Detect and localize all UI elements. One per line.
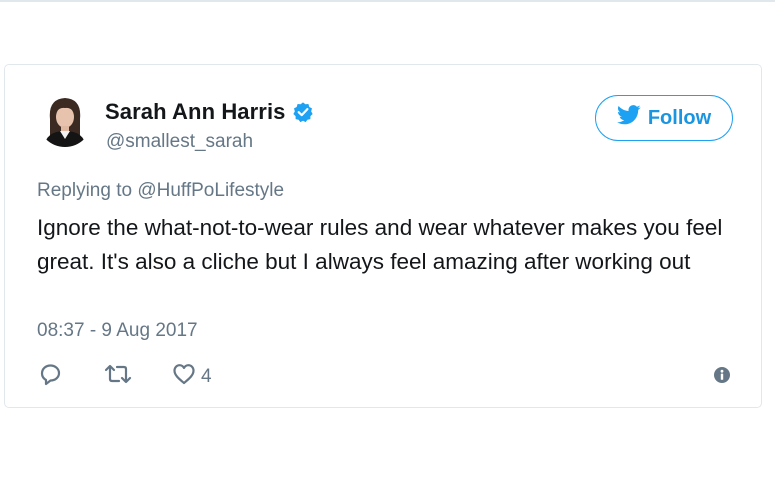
retweet-button[interactable] xyxy=(103,361,133,392)
like-count: 4 xyxy=(201,365,212,387)
replying-to-link[interactable]: @HuffPoLifestyle xyxy=(137,180,284,201)
tweet-timestamp[interactable]: 08:37 - 9 Aug 2017 xyxy=(37,320,198,342)
avatar[interactable] xyxy=(38,93,92,147)
retweet-icon xyxy=(103,361,133,392)
like-button[interactable]: 4 xyxy=(171,361,212,392)
replying-prefix: Replying to xyxy=(37,180,133,201)
top-divider xyxy=(0,0,775,2)
replying-to: Replying to @HuffPoLifestyle xyxy=(37,180,284,202)
heart-icon xyxy=(171,361,197,392)
author-display-name[interactable]: Sarah Ann Harris xyxy=(105,99,314,125)
tweet-text: Ignore the what-not-to-wear rules and we… xyxy=(37,215,723,274)
author-name-text: Sarah Ann Harris xyxy=(105,99,286,124)
reply-button[interactable] xyxy=(37,361,63,392)
tweet-card: Sarah Ann Harris @smallest_sarah Follow … xyxy=(4,64,762,408)
verified-badge-icon xyxy=(292,101,314,123)
info-icon[interactable] xyxy=(713,366,731,389)
follow-button[interactable]: Follow xyxy=(595,95,733,141)
reply-icon xyxy=(37,361,63,392)
author-handle[interactable]: @smallest_sarah xyxy=(106,131,253,153)
follow-label: Follow xyxy=(647,106,712,129)
twitter-bird-icon xyxy=(616,105,641,131)
